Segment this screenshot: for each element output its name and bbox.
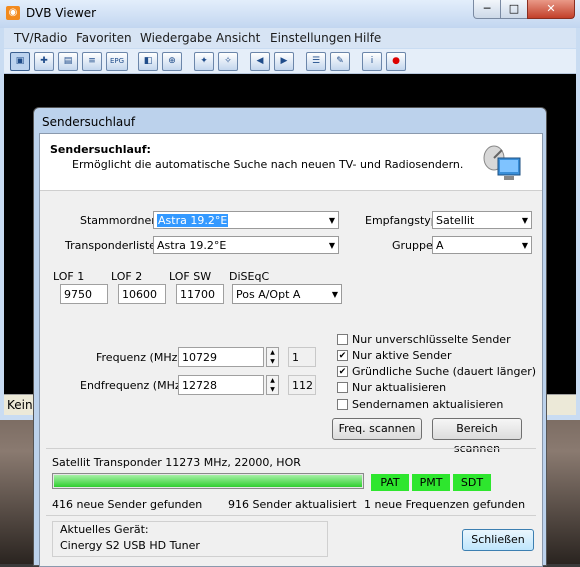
channel-scan-dialog: Sendersuchlauf Sendersuchlauf: Ermöglich… [33,107,547,567]
menu-wiedergabe[interactable]: Wiedergabe [140,31,212,45]
lof2-field[interactable]: 10600 [118,284,166,304]
close-button[interactable]: ✕ [527,0,575,19]
checkbox-update-names[interactable] [337,399,348,410]
bookmark-icon[interactable]: ▤ [58,52,78,71]
header-title: Sendersuchlauf: [50,143,151,156]
endfrequenz-spinner[interactable]: ▲ ▼ [266,375,279,395]
channel-next-icon[interactable]: ⊕ [162,52,182,71]
header-subtitle: Ermöglicht die automatische Suche nach n… [72,158,464,171]
title-bar[interactable]: ◉ DVB Viewer ─ □ ✕ [0,0,580,28]
frequenz-field[interactable]: 10729 [178,347,264,367]
menu-ansicht[interactable]: Ansicht [216,31,260,45]
gruppe-select[interactable]: A ▼ [432,236,532,254]
epg-icon[interactable]: EPG [106,52,128,71]
chevron-down-icon: ▼ [521,241,528,250]
favorite-next-icon[interactable]: ✧ [218,52,238,71]
scan-progress-bar [52,473,364,489]
minimize-button[interactable]: ─ [473,0,501,19]
separator [46,515,536,516]
close-dialog-button[interactable]: Schließen [462,529,534,551]
favorite-prev-icon[interactable]: ✦ [194,52,214,71]
progress-fill [54,475,362,487]
checkbox-active-only[interactable]: ✔ [337,350,348,361]
satellite-monitor-icon [483,145,521,180]
checkbox-update-names-label: Sendernamen aktualisieren [352,398,504,411]
transponder-status: Satellit Transponder 11273 MHz, 22000, H… [52,456,301,469]
dialog-body: Sendersuchlauf: Ermöglicht die automatis… [39,133,543,567]
list-icon[interactable]: ≡ [82,52,102,71]
dialog-title: Sendersuchlauf [42,115,136,129]
toolbar: ▣ ✚ ▤ ≡ EPG ◧ ⊕ ✦ ✧ ◀ ▶ ☰ ✎ i ● [4,49,576,74]
stammordner-select[interactable]: Astra 19.2°E ▼ [153,211,339,229]
settings-icon[interactable]: ✎ [330,52,350,71]
maximize-button[interactable]: □ [500,0,528,19]
gruppe-label: Gruppe [392,239,433,252]
endfrequenz-label: Endfrequenz (MHz) [80,379,185,392]
menu-tv-radio[interactable]: TV/Radio [14,31,67,45]
device-value: Cinergy S2 USB HD Tuner [60,539,200,552]
endfrequenz-index: 112 [288,375,316,395]
diseqc-label: DiSEqC [229,270,270,283]
stammordner-label: Stammordner [80,214,156,227]
playlist-icon[interactable]: ☰ [306,52,326,71]
endfrequenz-field[interactable]: 12728 [178,375,264,395]
checkbox-update-only[interactable] [337,382,348,393]
checkbox-unencrypted[interactable] [337,334,348,345]
transponderliste-select[interactable]: Astra 19.2°E ▼ [153,236,339,254]
checkbox-unencrypted-label: Nur unverschlüsselte Sender [352,333,511,346]
checkbox-thorough-label: Gründliche Suche (dauert länger) [352,365,537,378]
menu-hilfe[interactable]: Hilfe [354,31,381,45]
checkbox-active-only-label: Nur aktive Sender [352,349,452,362]
pat-indicator: PAT [371,474,409,491]
lof1-field[interactable]: 9750 [60,284,108,304]
lofsw-label: LOF SW [169,270,212,283]
frequenz-index: 1 [288,347,316,367]
window-icon[interactable]: ▣ [10,52,30,71]
sdt-indicator: SDT [453,474,491,491]
range-scan-button[interactable]: Bereich scannen [432,418,522,455]
diseqc-select[interactable]: Pos A/Opt A ▼ [232,284,342,304]
info-icon[interactable]: i [362,52,382,71]
new-frequencies-count: 1 neue Frequenzen gefunden [364,498,526,511]
empfangstyp-select[interactable]: Satellit ▼ [432,211,532,229]
dialog-header: Sendersuchlauf: Ermöglicht die automatis… [40,134,542,191]
lof1-label: LOF 1 [53,270,85,283]
chevron-down-icon: ▼ [328,216,335,225]
device-label: Aktuelles Gerät: [60,523,149,536]
chevron-down-icon: ▼ [331,290,338,299]
separator [46,448,536,449]
record-icon[interactable]: ● [386,52,406,71]
updated-channels-count: 916 Sender aktualisiert [228,498,357,511]
lof2-label: LOF 2 [111,270,143,283]
rss-icon: ◉ [6,6,20,20]
channel-prev-icon[interactable]: ◧ [138,52,158,71]
empfangstyp-label: Empfangstyp [365,214,438,227]
pmt-indicator: PMT [412,474,450,491]
menu-einstellungen[interactable]: Einstellungen [270,31,351,45]
menu-favoriten[interactable]: Favoriten [76,31,132,45]
forward-icon[interactable]: ▶ [274,52,294,71]
frequenz-label: Frequenz (MHz) [96,351,182,364]
window-title: DVB Viewer [26,6,97,20]
new-channels-count: 416 neue Sender gefunden [52,498,203,511]
frequenz-spinner[interactable]: ▲ ▼ [266,347,279,367]
freq-scan-button[interactable]: Freq. scannen [332,418,422,440]
lofsw-field[interactable]: 11700 [176,284,224,304]
back-icon[interactable]: ◀ [250,52,270,71]
checkbox-thorough[interactable]: ✔ [337,366,348,377]
chevron-down-icon: ▼ [328,241,335,250]
transponderliste-label: Transponderliste [65,239,156,252]
checkbox-update-only-label: Nur aktualisieren [352,381,447,394]
chevron-down-icon: ▼ [521,216,528,225]
menu-bar: TV/Radio Favoriten Wiedergabe Ansicht Ei… [4,28,576,48]
plus-icon[interactable]: ✚ [34,52,54,71]
